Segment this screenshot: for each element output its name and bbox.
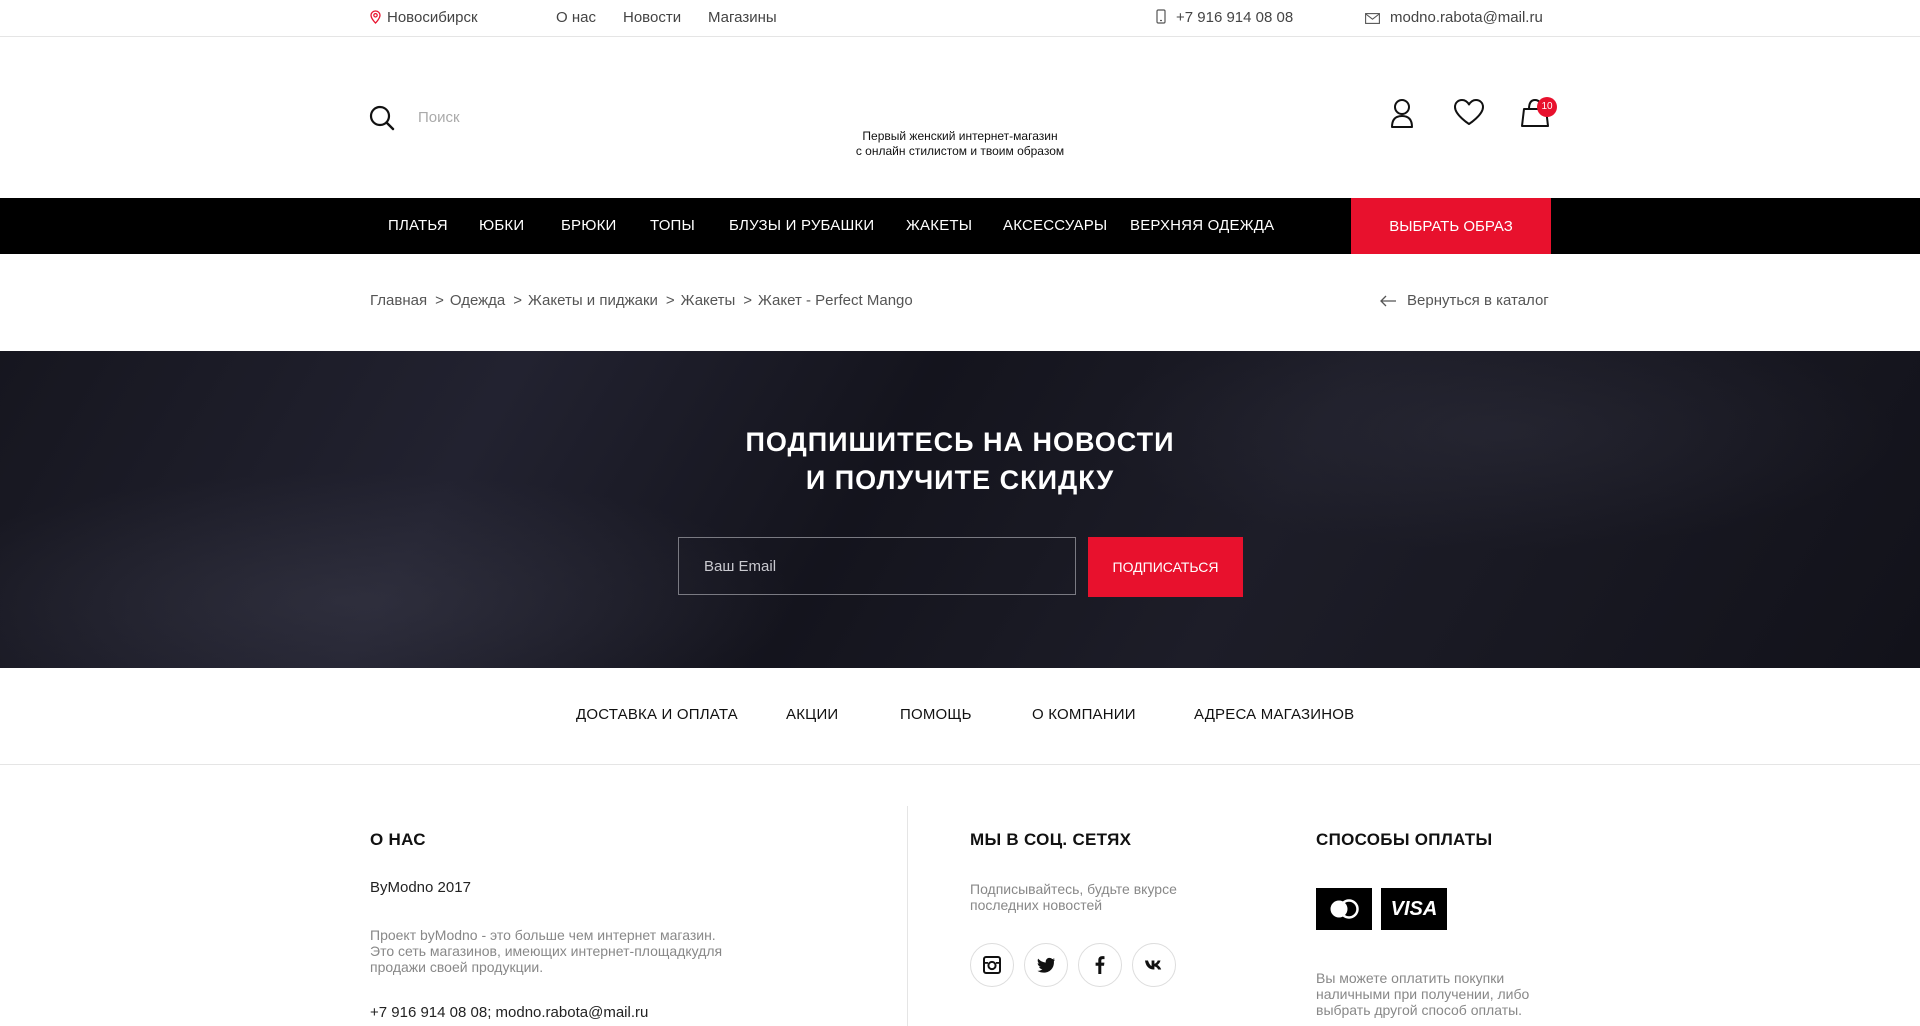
back-label: Вернуться в каталог	[1407, 292, 1549, 309]
facebook-link[interactable]	[1078, 943, 1122, 987]
footer-link-delivery[interactable]: ДОСТАВКА И ОПЛАТА	[576, 706, 738, 723]
nav-item-accessories[interactable]: АКСЕССУАРЫ	[1003, 198, 1107, 254]
phone-icon	[1156, 9, 1166, 24]
top-bar: Новосибирск О нас Новости Магазины +7 91…	[0, 0, 1920, 37]
payment-heading: СПОСОБЫ ОПЛАТЫ	[1316, 830, 1493, 849]
choose-look-button[interactable]: ВЫБРАТЬ ОБРАЗ	[1351, 198, 1551, 254]
heart-wishlist-icon[interactable]	[1453, 98, 1485, 126]
site-tagline: Первый женский интернет-магазин с онлайн…	[760, 129, 1160, 159]
about-brand: ByModno 2017	[370, 879, 471, 896]
nav-item-blouses[interactable]: БЛУЗЫ И РУБАШКИ	[729, 198, 874, 254]
social-text: Подписывайтесь, будьте вкурсе последних …	[970, 881, 1177, 913]
breadcrumb-separator: >	[743, 292, 753, 309]
city-selector[interactable]: Новосибирск	[370, 0, 478, 36]
mastercard-icon	[1330, 899, 1359, 919]
subscribe-title-line-2: И ПОЛУЧИТЕ СКИДКУ	[805, 465, 1115, 495]
vk-link[interactable]	[1132, 943, 1176, 987]
phone-number: +7 916 914 08 08	[1176, 9, 1294, 26]
search-icon[interactable]	[369, 105, 395, 131]
subscribe-button[interactable]: ПОДПИСАТЬСЯ	[1088, 537, 1243, 597]
cart-count-badge: 10	[1537, 97, 1557, 117]
tagline-line-2: с онлайн стилистом и твоим образом	[855, 144, 1065, 158]
nav-item-trousers[interactable]: БРЮКИ	[561, 198, 617, 254]
breadcrumb-separator: >	[665, 292, 675, 309]
top-link-news[interactable]: Новости	[623, 0, 681, 36]
breadcrumb-clothing[interactable]: Одежда	[450, 292, 505, 309]
subscribe-title-line-1: ПОДПИШИТЕСЬ НА НОВОСТИ	[745, 427, 1175, 457]
payment-text: Вы можете оплатить покупки наличными при…	[1316, 970, 1530, 1018]
twitter-link[interactable]	[1024, 943, 1068, 987]
about-text: Проект byModno - это больше чем интернет…	[370, 927, 723, 975]
subscribe-title: ПОДПИШИТЕСЬ НА НОВОСТИ И ПОЛУЧИТЕ СКИДКУ	[560, 423, 1360, 499]
about-heading: О НАС	[370, 830, 426, 849]
footer-links: ДОСТАВКА И ОПЛАТА АКЦИИ ПОМОЩЬ О КОМПАНИ…	[0, 668, 1920, 765]
instagram-icon	[983, 956, 1001, 974]
page: Новосибирск О нас Новости Магазины +7 91…	[0, 0, 1920, 1026]
breadcrumb-jackets[interactable]: Жакеты	[681, 292, 736, 309]
nav-item-dresses[interactable]: ПЛАТЬЯ	[388, 198, 448, 254]
footer-contacts: +7 916 914 08 08; modno.rabota@mail.ru	[370, 1004, 649, 1021]
vk-icon	[1145, 960, 1162, 970]
email-address: modno.rabota@mail.ru	[1390, 9, 1543, 26]
phone-contact[interactable]: +7 916 914 08 08	[1156, 0, 1293, 36]
search-input[interactable]	[418, 106, 718, 128]
nav-item-outerwear[interactable]: ВЕРХНЯЯ ОДЕЖДА	[1130, 198, 1274, 254]
twitter-icon	[1037, 957, 1055, 973]
breadcrumb: Главная > Одежда > Жакеты и пиджаки > Жакеты > Ж…	[370, 292, 913, 309]
arrow-left-icon	[1380, 295, 1396, 307]
breadcrumb-separator: >	[435, 292, 444, 309]
top-link-about[interactable]: О нас	[556, 0, 596, 36]
user-account-icon[interactable]	[1390, 98, 1414, 128]
mastercard-logo	[1316, 888, 1372, 930]
top-link-stores[interactable]: Магазины	[708, 0, 777, 36]
breadcrumb-separator: >	[513, 292, 523, 309]
instagram-link[interactable]	[970, 943, 1014, 987]
breadcrumb-home[interactable]: Главная	[370, 292, 427, 309]
mail-icon	[1365, 13, 1380, 24]
nav-item-jackets[interactable]: ЖАКЕТЫ	[906, 198, 972, 254]
footer-link-help[interactable]: ПОМОЩЬ	[900, 706, 972, 723]
city-label: Новосибирск	[387, 9, 478, 26]
footer-link-company[interactable]: О КОМПАНИИ	[1032, 706, 1136, 723]
breadcrumb-jackets-blazers[interactable]: Жакеты и пиджаки	[528, 292, 658, 309]
footer-link-promotions[interactable]: АКЦИИ	[786, 706, 838, 723]
main-nav: ПЛАТЬЯ ЮБКИ БРЮКИ ТОПЫ БЛУЗЫ И РУБАШКИ Ж…	[0, 198, 1920, 254]
footer-link-store-addresses[interactable]: АДРЕСА МАГАЗИНОВ	[1194, 706, 1354, 723]
breadcrumb-current: Жакет - Perfect Mango	[758, 292, 913, 309]
subscribe-banner: ПОДПИШИТЕСЬ НА НОВОСТИ И ПОЛУЧИТЕ СКИДКУ…	[0, 351, 1920, 668]
email-input[interactable]	[678, 537, 1076, 595]
location-pin-icon	[370, 10, 381, 24]
footer-divider	[907, 806, 908, 1026]
back-to-catalog-link[interactable]: Вернуться в каталог	[1380, 292, 1549, 309]
tagline-line-1: Первый женский интернет-магазин	[862, 129, 1058, 143]
social-heading: МЫ В СОЦ. СЕТЯХ	[970, 830, 1132, 849]
email-contact[interactable]: modno.rabota@mail.ru	[1365, 0, 1543, 36]
nav-item-skirts[interactable]: ЮБКИ	[479, 198, 524, 254]
visa-logo: VISA	[1381, 888, 1447, 930]
facebook-icon	[1095, 956, 1105, 974]
nav-item-tops[interactable]: ТОПЫ	[650, 198, 695, 254]
